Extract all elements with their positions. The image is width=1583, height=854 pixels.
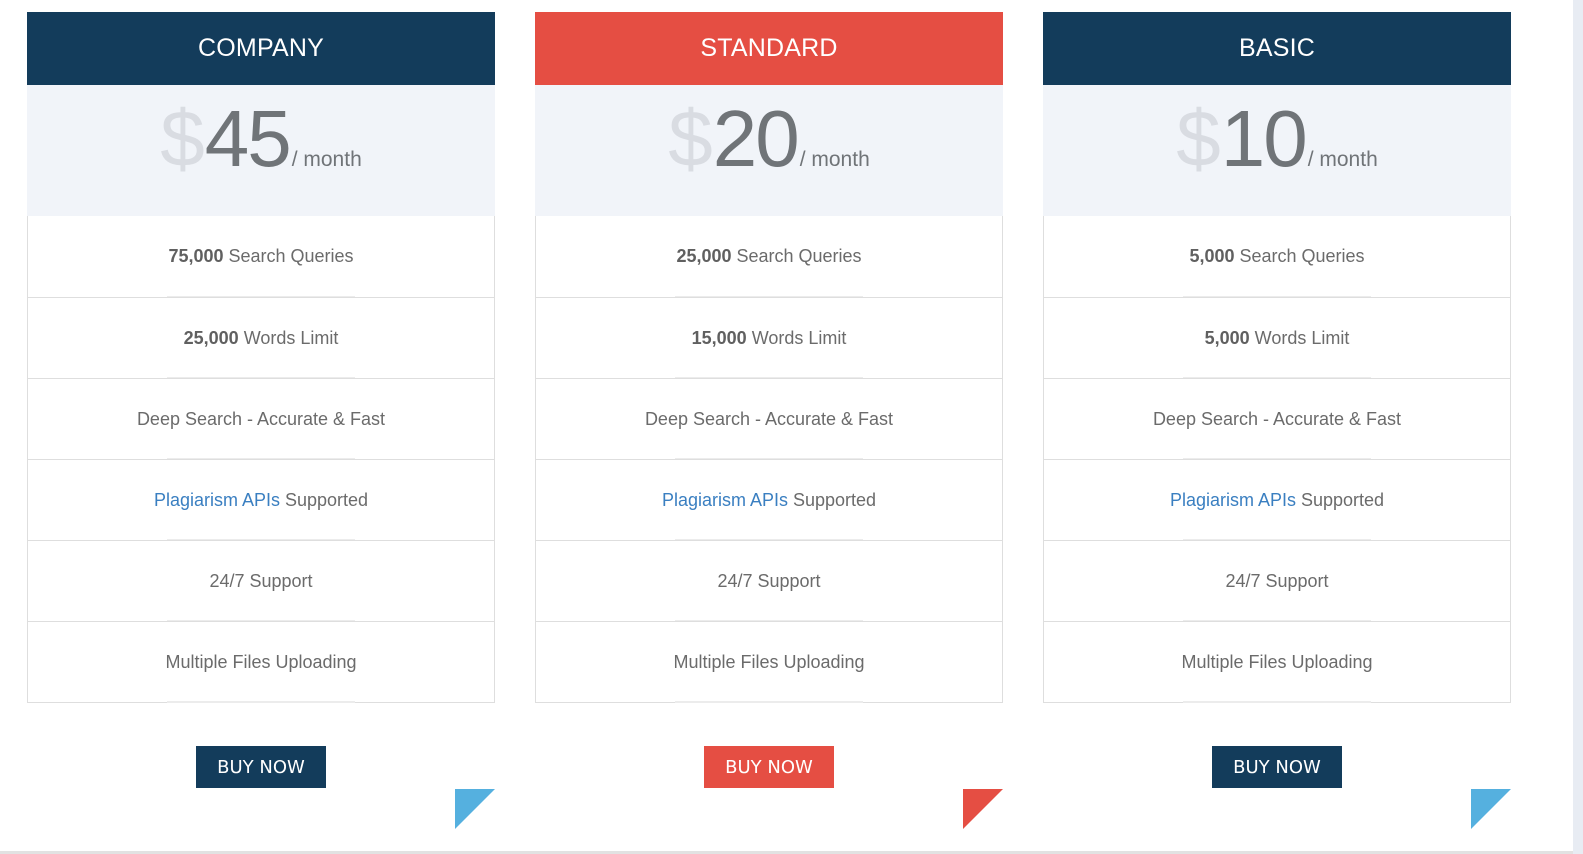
feature-label: Search Queries (228, 246, 354, 266)
feature-deep-search: Deep Search - Accurate & Fast (536, 378, 1002, 460)
feature-label: Deep Search - Accurate & Fast (644, 408, 894, 429)
feature-search-queries: 75,000 Search Queries (28, 216, 494, 298)
feature-multiple-files: Multiple Files Uploading (28, 621, 494, 703)
feature-label: Words Limit (243, 327, 339, 348)
plan-title: COMPANY (27, 12, 495, 85)
feature-list: 5,000 Search Queries 5,000 Words Limit D… (1043, 216, 1511, 703)
price-box: $ 20 / month (535, 85, 1003, 216)
feature-label: Multiple Files Uploading (673, 651, 865, 672)
feature-plagiarism-apis: Plagiarism APIs Supported (536, 459, 1002, 541)
feature-label: Supported (792, 489, 877, 510)
feature-label: Supported (284, 489, 369, 510)
price-period: / month (1307, 148, 1378, 171)
corner-triangle-icon (1471, 789, 1511, 829)
feature-deep-search: Deep Search - Accurate & Fast (1044, 378, 1510, 460)
feature-label: Supported (1300, 489, 1385, 510)
pricing-card-standard: STANDARD $ 20 / month 25,000 Search Quer… (535, 12, 1003, 829)
buy-now-button[interactable]: BUY NOW (196, 746, 326, 788)
feature-label: 24/7 Support (1225, 570, 1329, 591)
feature-label: Deep Search - Accurate & Fast (136, 408, 386, 429)
feature-plagiarism-apis: Plagiarism APIs Supported (1044, 459, 1510, 541)
feature-support: 24/7 Support (536, 540, 1002, 622)
pricing-card-company: COMPANY $ 45 / month 75,000 Search Queri… (27, 12, 495, 829)
price-amount: 45 (204, 94, 292, 183)
feature-value: 75,000 (168, 246, 224, 266)
currency-symbol: $ (1176, 94, 1221, 183)
price-period: / month (291, 148, 362, 171)
feature-label: Deep Search - Accurate & Fast (1152, 408, 1402, 429)
plan-title: BASIC (1043, 12, 1511, 85)
corner-triangle-icon (455, 789, 495, 829)
feature-list: 25,000 Search Queries 15,000 Words Limit… (535, 216, 1003, 703)
buy-now-button[interactable]: BUY NOW (1212, 746, 1342, 788)
feature-words-limit: 5,000 Words Limit (1044, 297, 1510, 379)
plagiarism-apis-link[interactable]: Plagiarism APIs (662, 490, 788, 511)
feature-label: Search Queries (736, 246, 862, 266)
feature-support: 24/7 Support (1044, 540, 1510, 622)
price-amount: 20 (712, 94, 800, 183)
price: $ 45 / month (160, 99, 362, 179)
feature-search-queries: 5,000 Search Queries (1044, 216, 1510, 298)
feature-label: Words Limit (1254, 327, 1350, 348)
feature-value: 25,000 (183, 327, 239, 348)
feature-deep-search: Deep Search - Accurate & Fast (28, 378, 494, 460)
currency-symbol: $ (160, 94, 205, 183)
page-scroll-gutter (1573, 0, 1583, 854)
price: $ 20 / month (668, 99, 870, 179)
price-box: $ 45 / month (27, 85, 495, 216)
feature-value: 5,000 (1204, 327, 1250, 348)
price: $ 10 / month (1176, 99, 1378, 179)
feature-label: Words Limit (751, 327, 847, 348)
feature-label: Multiple Files Uploading (165, 651, 357, 672)
price-period: / month (799, 148, 870, 171)
plagiarism-apis-link[interactable]: Plagiarism APIs (1170, 490, 1296, 511)
feature-label: Multiple Files Uploading (1181, 651, 1373, 672)
pricing-card-basic: BASIC $ 10 / month 5,000 Search Queries … (1043, 12, 1511, 829)
plan-title: STANDARD (535, 12, 1003, 85)
feature-search-queries: 25,000 Search Queries (536, 216, 1002, 298)
feature-label: 24/7 Support (209, 570, 313, 591)
feature-value: 25,000 (676, 246, 732, 266)
feature-value: 5,000 (1189, 246, 1235, 266)
price-box: $ 10 / month (1043, 85, 1511, 216)
feature-label: 24/7 Support (717, 570, 821, 591)
feature-words-limit: 25,000 Words Limit (28, 297, 494, 379)
feature-label: Search Queries (1239, 246, 1365, 266)
feature-support: 24/7 Support (28, 540, 494, 622)
corner-triangle-icon (963, 789, 1003, 829)
buy-now-button[interactable]: BUY NOW (704, 746, 834, 788)
feature-multiple-files: Multiple Files Uploading (536, 621, 1002, 703)
currency-symbol: $ (668, 94, 713, 183)
feature-list: 75,000 Search Queries 25,000 Words Limit… (27, 216, 495, 703)
feature-plagiarism-apis: Plagiarism APIs Supported (28, 459, 494, 541)
price-amount: 10 (1220, 94, 1308, 183)
feature-multiple-files: Multiple Files Uploading (1044, 621, 1510, 703)
feature-words-limit: 15,000 Words Limit (536, 297, 1002, 379)
feature-value: 15,000 (691, 327, 747, 348)
plagiarism-apis-link[interactable]: Plagiarism APIs (154, 490, 280, 511)
